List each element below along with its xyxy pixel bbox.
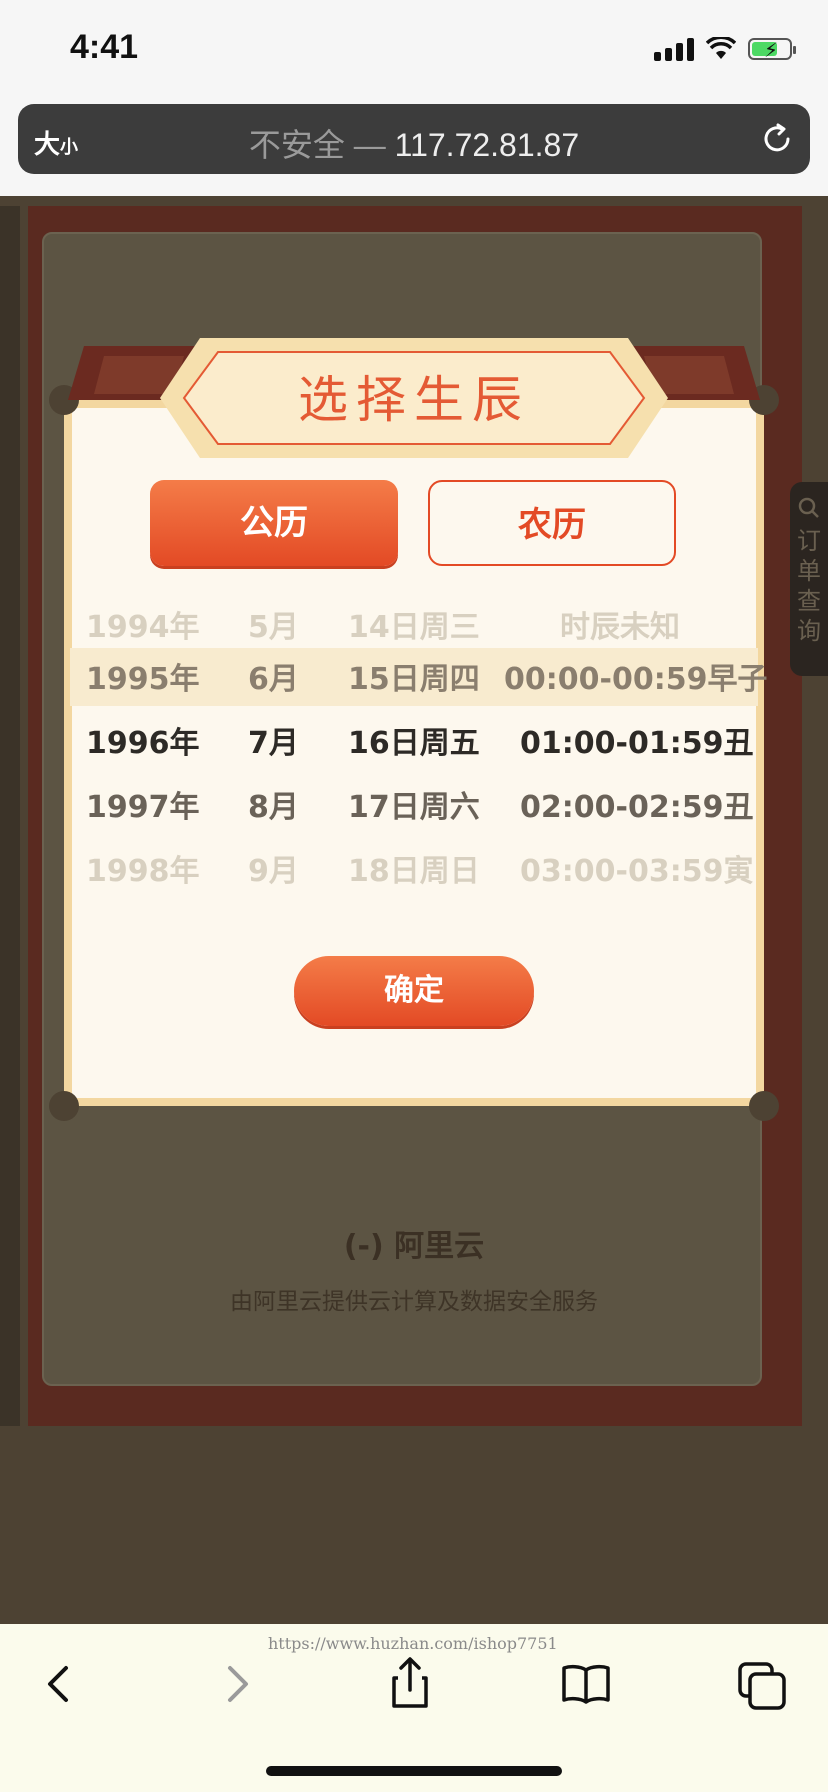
status-icons: ⚡ <box>654 34 796 64</box>
confirm-button[interactable]: 确定 <box>294 956 534 1026</box>
picker-row[interactable]: 1996年 7月 16日周五 01:00-01:59丑 <box>64 712 764 776</box>
day-option[interactable]: 16日周五 <box>348 712 480 776</box>
home-indicator[interactable] <box>266 1766 562 1776</box>
forward-icon[interactable] <box>206 1654 266 1714</box>
order-query-side-tab[interactable]: 订单查询 <box>790 482 828 676</box>
bookmarks-icon[interactable] <box>556 1654 616 1714</box>
tab-lunar-calendar[interactable]: 农历 <box>428 480 676 566</box>
battery-icon: ⚡ <box>748 38 796 62</box>
year-option[interactable]: 1995年 <box>86 648 200 712</box>
address-bar[interactable]: 大小 不安全 — 117.72.81.87 <box>18 104 810 174</box>
title-ribbon: 选择生辰 <box>160 338 668 458</box>
corner-ornament <box>749 1091 779 1121</box>
share-icon[interactable] <box>380 1654 440 1714</box>
insecure-label: 不安全 — <box>248 127 386 163</box>
status-bar: 4:41 ⚡ <box>0 0 828 96</box>
hour-option[interactable]: 00:00-00:59早子 <box>504 648 767 712</box>
hour-option[interactable]: 02:00-02:59丑 <box>520 776 753 840</box>
tab-solar-calendar[interactable]: 公历 <box>150 480 398 566</box>
tabs-icon[interactable] <box>732 1654 792 1714</box>
picker-row[interactable]: 1998年 9月 18日周日 03:00-03:59寅 <box>64 840 764 904</box>
month-option[interactable]: 9月 <box>248 840 299 904</box>
day-option[interactable]: 17日周六 <box>348 776 480 840</box>
url-host: 117.72.81.87 <box>394 127 580 163</box>
hour-option[interactable]: 01:00-01:59丑 <box>520 712 753 776</box>
watermark-text: https://www.huzhan.com/ishop7751 <box>268 1634 558 1653</box>
month-option[interactable]: 6月 <box>248 648 299 712</box>
modal-title: 选择生辰 <box>298 371 530 429</box>
day-option[interactable]: 18日周日 <box>348 840 480 904</box>
corner-ornament <box>49 1091 79 1121</box>
charging-bolt-icon: ⚡ <box>764 38 779 62</box>
url-display[interactable]: 不安全 — 117.72.81.87 <box>18 120 810 166</box>
year-option[interactable]: 1997年 <box>86 776 200 840</box>
status-time: 4:41 <box>70 28 139 66</box>
browser-toolbar: https://www.huzhan.com/ishop7751 <box>0 1624 828 1792</box>
picker-row[interactable]: 1997年 8月 17日周六 02:00-02:59丑 <box>64 776 764 840</box>
cellular-signal-icon <box>654 37 694 61</box>
month-option[interactable]: 7月 <box>248 712 299 776</box>
day-option[interactable]: 15日周四 <box>348 648 480 712</box>
year-option[interactable]: 1996年 <box>86 712 200 776</box>
birth-time-picker-modal: 选择生辰 公历 农历 1994年 5月 14日周三 时辰未知 1995年 6月 … <box>49 338 779 1121</box>
aliyun-logo: (-) 阿里云 <box>343 1229 485 1264</box>
aliyun-footer-text: 由阿里云提供云计算及数据安全服务 <box>230 1289 598 1315</box>
hour-option[interactable]: 03:00-03:59寅 <box>520 840 753 904</box>
wifi-icon <box>706 37 736 59</box>
month-option[interactable]: 8月 <box>248 776 299 840</box>
browser-address-area: 大小 不安全 — 117.72.81.87 <box>0 96 828 196</box>
reload-icon[interactable] <box>760 122 794 156</box>
picker-row[interactable]: 1995年 6月 15日周四 00:00-00:59早子 <box>64 648 767 712</box>
year-option[interactable]: 1998年 <box>86 840 200 904</box>
date-time-picker[interactable]: 1994年 5月 14日周三 时辰未知 1995年 6月 15日周四 00:00… <box>64 596 767 916</box>
back-icon[interactable] <box>30 1654 90 1714</box>
side-tab-label: 订单查询 <box>797 527 821 645</box>
search-icon <box>798 497 819 518</box>
